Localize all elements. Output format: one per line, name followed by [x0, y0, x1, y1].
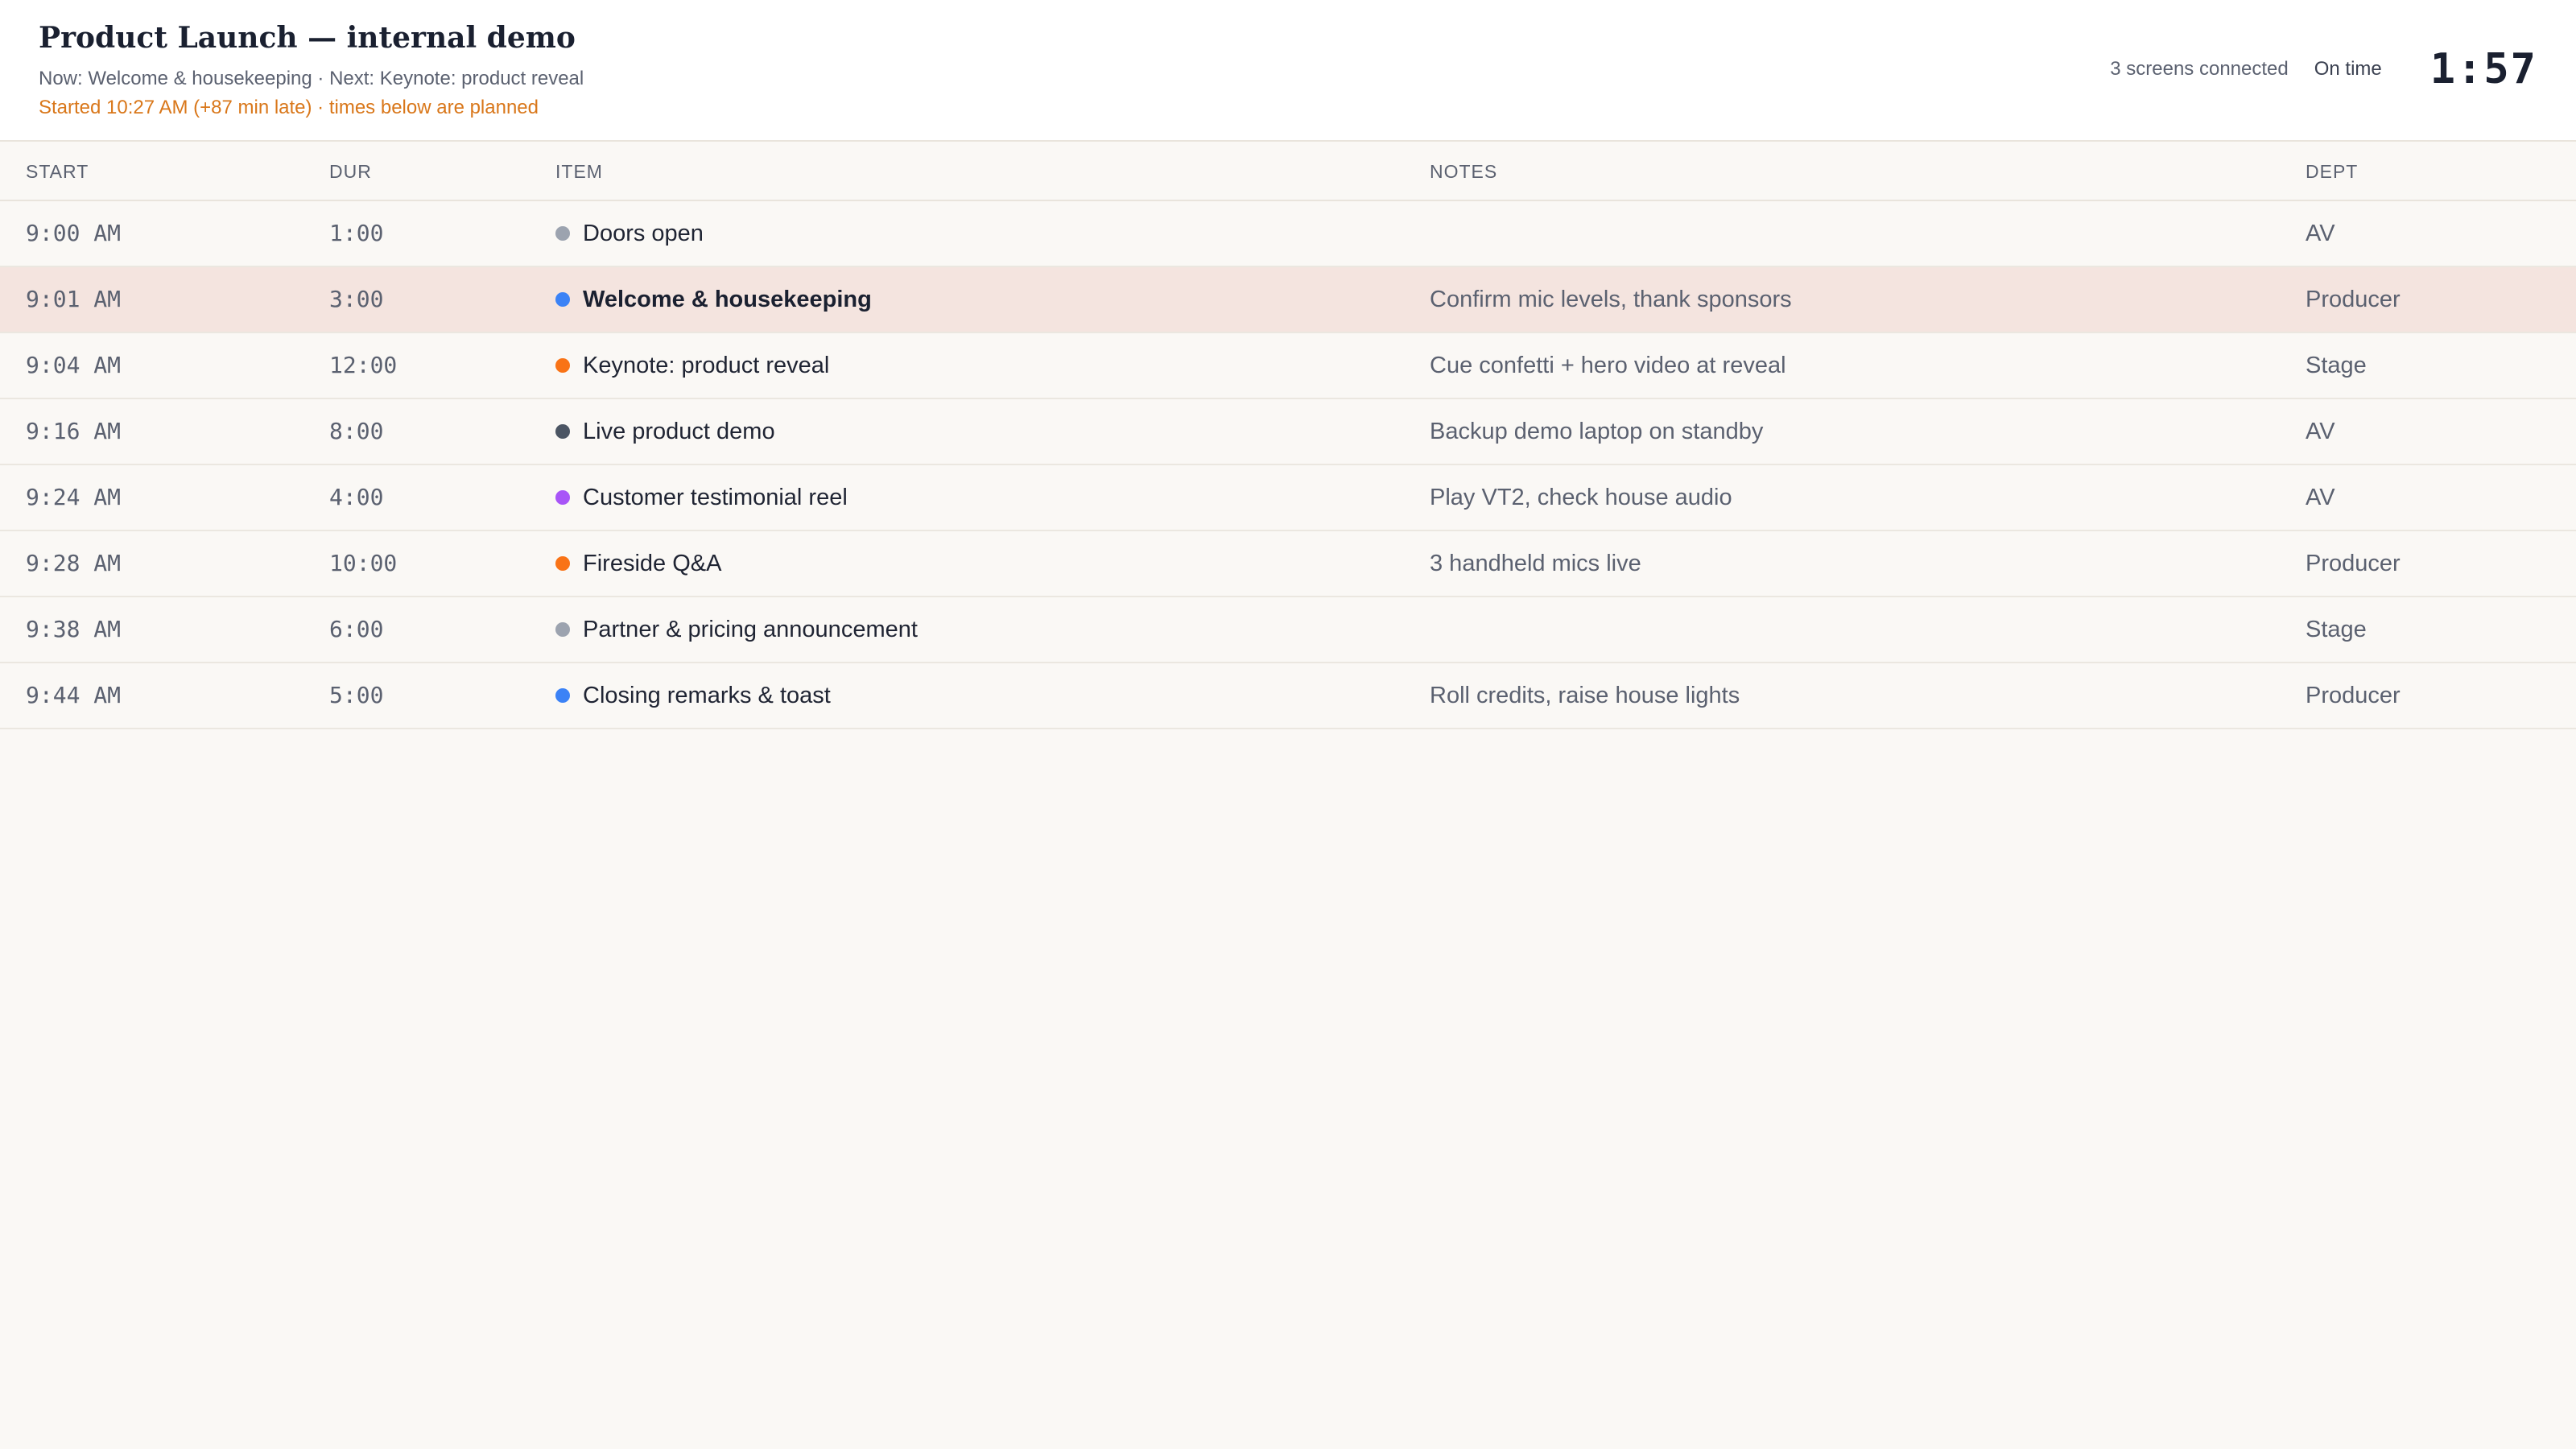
- start-time: 9:28 AM: [26, 550, 122, 576]
- status-area: 3 screens connected On time 1:57: [2110, 45, 2537, 93]
- now-next-text: Now: Welcome & housekeeping · Next: Keyn…: [39, 68, 584, 89]
- duration: 6:00: [329, 616, 384, 642]
- department: Producer: [2306, 287, 2401, 312]
- status-dot-icon: [555, 358, 570, 373]
- table-row[interactable]: 9:04 AM 12:00 Keynote: product reveal Cue c…: [0, 333, 2576, 399]
- table-row[interactable]: 9:38 AM 6:00 Partner & pricing announcemen…: [0, 597, 2576, 663]
- item-cell: Keynote: product reveal: [555, 333, 829, 398]
- item-cell: Partner & pricing announcement: [555, 597, 918, 662]
- item-title: Keynote: product reveal: [583, 353, 830, 378]
- department: Producer: [2306, 551, 2401, 576]
- column-header-dur: DUR: [329, 161, 372, 182]
- department: AV: [2306, 221, 2335, 246]
- status-dot-icon: [555, 226, 570, 241]
- item-title: Doors open: [583, 221, 704, 246]
- duration: 5:00: [329, 682, 384, 708]
- notes: 3 handheld mics live: [1430, 551, 1641, 576]
- item-cell: Live product demo: [555, 399, 775, 464]
- start-time: 9:01 AM: [26, 286, 122, 312]
- notes: Play VT2, check house audio: [1430, 485, 1732, 510]
- item-title: Customer testimonial reel: [583, 485, 848, 510]
- department: AV: [2306, 485, 2335, 510]
- start-time: 9:00 AM: [26, 220, 122, 246]
- on-time-status: On time: [2314, 58, 2382, 80]
- header-bar: Product Launch — internal demo Now: Welc…: [0, 0, 2576, 142]
- table-row[interactable]: 9:44 AM 5:00 Closing remarks & toast Roll c…: [0, 663, 2576, 729]
- notes: Roll credits, raise house lights: [1430, 683, 1740, 708]
- duration: 4:00: [329, 484, 384, 510]
- column-header-item: ITEM: [555, 161, 603, 182]
- notes: Cue confetti + hero video at reveal: [1430, 353, 1786, 378]
- start-time: 9:44 AM: [26, 682, 122, 708]
- table-row[interactable]: 9:24 AM 4:00 Customer testimonial reel Play…: [0, 465, 2576, 531]
- department: Stage: [2306, 353, 2367, 378]
- start-time: 9:04 AM: [26, 352, 122, 378]
- item-cell: Fireside Q&A: [555, 531, 721, 596]
- notes: Confirm mic levels, thank sponsors: [1430, 287, 1792, 312]
- table-body: 9:00 AM 1:00 Doors open AV 9:01 AM 3:00 Welcom…: [0, 201, 2576, 729]
- table-row[interactable]: 9:28 AM 10:00 Fireside Q&A 3 handheld mics …: [0, 531, 2576, 597]
- table-row[interactable]: 9:16 AM 8:00 Live product demo Backup demo …: [0, 399, 2576, 465]
- status-dot-icon: [555, 622, 570, 637]
- duration: 8:00: [329, 418, 384, 444]
- page-title: Product Launch — internal demo: [39, 21, 576, 55]
- rundown-table: START DUR ITEM NOTES DEPT 9:00 AM 1:00 Doo…: [0, 142, 2576, 729]
- item-cell: Welcome & housekeeping: [555, 267, 872, 332]
- status-dot-icon: [555, 556, 570, 571]
- column-header-start: START: [26, 161, 89, 182]
- column-header-notes: NOTES: [1430, 161, 1498, 182]
- status-dot-icon: [555, 292, 570, 307]
- duration: 3:00: [329, 286, 384, 312]
- duration: 1:00: [329, 220, 384, 246]
- item-cell: Customer testimonial reel: [555, 465, 848, 530]
- status-dot-icon: [555, 490, 570, 505]
- item-cell: Closing remarks & toast: [555, 663, 831, 728]
- item-title: Partner & pricing announcement: [583, 617, 918, 642]
- start-time: 9:24 AM: [26, 484, 122, 510]
- item-title: Fireside Q&A: [583, 551, 722, 576]
- screens-connected-text: 3 screens connected: [2110, 58, 2289, 80]
- notes: Backup demo laptop on standby: [1430, 419, 1764, 444]
- table-row[interactable]: 9:00 AM 1:00 Doors open AV: [0, 201, 2576, 267]
- countdown-clock: 1:57: [2429, 45, 2537, 93]
- department: AV: [2306, 419, 2335, 444]
- item-cell: Doors open: [555, 201, 704, 266]
- started-late-text: Started 10:27 AM (+87 min late) · times …: [39, 97, 539, 118]
- table-header: START DUR ITEM NOTES DEPT: [0, 142, 2576, 201]
- table-row-current[interactable]: 9:01 AM 3:00 Welcome & housekeeping Confirm…: [0, 267, 2576, 333]
- start-time: 9:38 AM: [26, 616, 122, 642]
- column-header-dept: DEPT: [2306, 161, 2359, 182]
- status-dot-icon: [555, 688, 570, 703]
- duration: 12:00: [329, 352, 398, 378]
- start-time: 9:16 AM: [26, 418, 122, 444]
- department: Stage: [2306, 617, 2367, 642]
- department: Producer: [2306, 683, 2401, 708]
- item-title: Closing remarks & toast: [583, 683, 831, 708]
- item-title: Welcome & housekeeping: [583, 287, 872, 312]
- status-dot-icon: [555, 424, 570, 439]
- duration: 10:00: [329, 550, 398, 576]
- item-title: Live product demo: [583, 419, 775, 444]
